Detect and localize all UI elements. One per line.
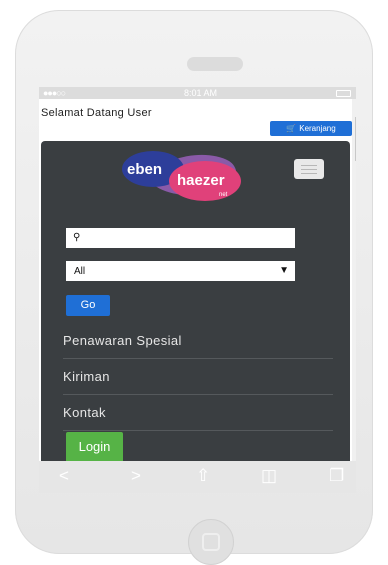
- go-button[interactable]: Go: [66, 295, 110, 316]
- scroll-thumb[interactable]: [355, 117, 356, 161]
- cart-button[interactable]: 🛒 Keranjang: [270, 121, 352, 136]
- category-select[interactable]: All ▼: [66, 261, 295, 281]
- chevron-down-icon: ▼: [279, 265, 289, 276]
- battery-icon: [336, 90, 351, 97]
- tabs-icon[interactable]: ❐: [329, 466, 344, 486]
- signal-icon: ●●●○○: [43, 88, 66, 98]
- nav-panel: eben haezer net ⚲ All ▼ Go Penawaran Spe…: [41, 141, 350, 463]
- menu-toggle-button[interactable]: [294, 159, 324, 179]
- menu-item-penawaran[interactable]: Penawaran Spesial: [63, 323, 333, 359]
- menu-item-kontak[interactable]: Kontak: [63, 395, 333, 431]
- welcome-text: Selamat Datang User: [41, 107, 152, 119]
- category-select-value: All: [74, 266, 86, 277]
- status-bar: ●●●○○ 8:01 AM: [39, 87, 356, 99]
- forward-icon[interactable]: >: [131, 466, 141, 486]
- home-button[interactable]: [188, 519, 234, 565]
- login-button[interactable]: Login: [66, 432, 123, 463]
- share-icon[interactable]: ⇧: [196, 466, 210, 486]
- logo-word-eben: eben: [127, 161, 162, 178]
- phone-screen: ●●●○○ 8:01 AM Selamat Datang User 🛒 Keran…: [39, 87, 356, 493]
- brand-logo[interactable]: eben haezer net: [117, 147, 251, 203]
- menu-item-kiriman[interactable]: Kiriman: [63, 359, 333, 395]
- search-input[interactable]: ⚲: [66, 228, 295, 248]
- cart-icon: 🛒: [286, 124, 297, 133]
- cart-label: Keranjang: [299, 124, 336, 133]
- back-icon[interactable]: <: [59, 466, 69, 486]
- bookmarks-icon[interactable]: ◫: [261, 466, 277, 486]
- browser-toolbar: < > ⇧ ◫ ❐: [39, 461, 356, 493]
- logo-suffix: net: [219, 192, 228, 198]
- logo-word-haezer: haezer: [177, 172, 225, 189]
- status-time: 8:01 AM: [184, 88, 218, 98]
- menu-icon: [301, 165, 317, 166]
- phone-speaker: [187, 57, 243, 71]
- search-icon: ⚲: [73, 232, 81, 243]
